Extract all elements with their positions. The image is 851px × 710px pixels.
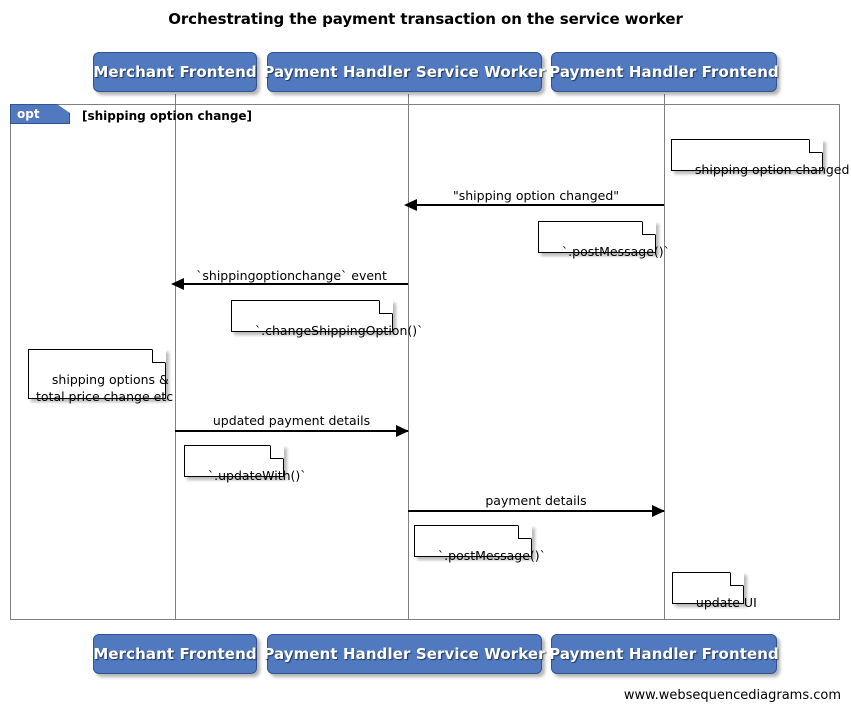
- actor-label: Merchant Frontend: [93, 645, 257, 663]
- message-line-shippingoptionchange-event: [175, 283, 408, 285]
- note-text: `.updateWith()`: [207, 468, 307, 483]
- page-title: Orchestrating the payment transaction on…: [168, 10, 683, 28]
- message-label-shipping-option-changed: "shipping option changed": [452, 188, 619, 203]
- note-text: update UI: [695, 595, 757, 610]
- note-update-ui: update UI: [672, 572, 757, 610]
- arrowhead-right-icon-updated-payment-details: [396, 425, 409, 437]
- watermark-link[interactable]: www.websequencediagrams.com: [624, 688, 841, 703]
- note-text: `.postMessage()`: [561, 244, 670, 259]
- note-post-message-1: `.postMessage()`: [538, 221, 670, 259]
- actor-box-bottom-payment-handler-service-worker[interactable]: Payment Handler Service Worker: [263, 634, 546, 674]
- message-line-updated-payment-details: [175, 430, 408, 432]
- note-shipping-option-changed: shipping option changed: [671, 139, 849, 177]
- message-label-updated-payment-details: updated payment details: [212, 413, 371, 428]
- actor-box-top-payment-handler-frontend[interactable]: Payment Handler Frontend: [549, 52, 779, 92]
- message-line-payment-details: [408, 510, 664, 512]
- actor-box-bottom-merchant-frontend[interactable]: Merchant Frontend: [93, 634, 257, 674]
- message-label-payment-details: payment details: [485, 493, 587, 508]
- arrowhead-left-icon-shipping-option-changed: [404, 199, 417, 211]
- opt-fragment-condition: [shipping option change]: [82, 109, 253, 123]
- arrowhead-left-icon-shippingoptionchange-event: [171, 278, 184, 290]
- note-text: `.postMessage()`: [437, 548, 546, 563]
- actor-box-top-merchant-frontend[interactable]: Merchant Frontend: [93, 52, 257, 92]
- actor-label: Payment Handler Frontend: [549, 645, 779, 663]
- sequence-diagram-canvas: Orchestrating the payment transaction on…: [0, 0, 851, 710]
- note-update-with: `.updateWith()`: [184, 445, 307, 483]
- opt-fragment-tag: opt: [10, 104, 70, 124]
- note-change-shipping-option: `.changeShippingOption()`: [231, 300, 423, 338]
- message-line-shipping-option-changed: [408, 204, 664, 206]
- actor-box-bottom-payment-handler-frontend[interactable]: Payment Handler Frontend: [549, 634, 779, 674]
- note-text: shipping option changed: [694, 162, 850, 177]
- note-post-message-2: `.postMessage()`: [414, 525, 546, 563]
- actor-box-top-payment-handler-service-worker[interactable]: Payment Handler Service Worker: [263, 52, 546, 92]
- note-text: `.changeShippingOption()`: [254, 323, 424, 338]
- note-text: shipping options & total price change et…: [36, 372, 174, 404]
- note-shipping-options-total-price: shipping options & total price change et…: [28, 349, 173, 404]
- message-label-shippingoptionchange-event: `shippingoptionchange` event: [196, 268, 387, 283]
- actor-label: Merchant Frontend: [93, 63, 257, 81]
- arrowhead-right-icon-payment-details: [652, 505, 665, 517]
- actor-label: Payment Handler Service Worker: [263, 645, 546, 663]
- actor-label: Payment Handler Frontend: [549, 63, 779, 81]
- actor-label: Payment Handler Service Worker: [263, 63, 546, 81]
